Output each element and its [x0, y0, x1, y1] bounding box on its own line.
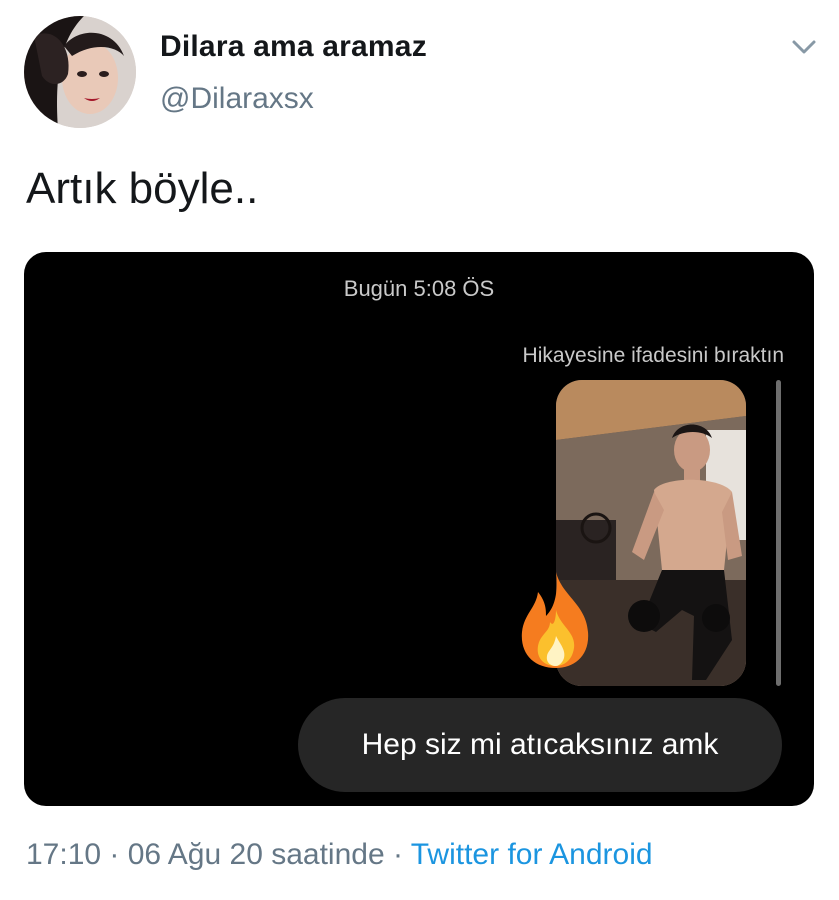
chevron-down-icon[interactable]: [790, 36, 818, 58]
tweet-source-link[interactable]: Twitter for Android: [411, 838, 653, 871]
tweet-date[interactable]: 06 Ağu 20 saatinde: [128, 838, 385, 871]
tweet-text: Artık böyle..: [26, 164, 259, 213]
author-display-name[interactable]: Dilara ama aramaz: [160, 30, 427, 64]
fire-emoji-icon: [521, 572, 589, 668]
meta-separator: ·: [101, 838, 128, 871]
tweet-media-screenshot[interactable]: Bugün 5:08 ÖS Hikayesine ifadesini bırak…: [24, 252, 814, 806]
story-reaction-note: Hikayesine ifadesini bıraktın: [522, 344, 784, 367]
avatar[interactable]: [24, 16, 136, 128]
scrollbar[interactable]: [776, 380, 781, 686]
author-handle[interactable]: @Dilaraxsx: [160, 82, 314, 116]
dm-message-bubble: Hep siz mi atıcaksınız amk: [298, 698, 782, 792]
profile-photo: [24, 16, 136, 128]
tweet-meta: 17:10 · 06 Ağu 20 saatinde · Twitter for…: [26, 838, 653, 872]
meta-separator: ·: [384, 838, 411, 871]
tweet-time[interactable]: 17:10: [26, 838, 101, 871]
dm-timestamp: Bugün 5:08 ÖS: [343, 276, 495, 301]
